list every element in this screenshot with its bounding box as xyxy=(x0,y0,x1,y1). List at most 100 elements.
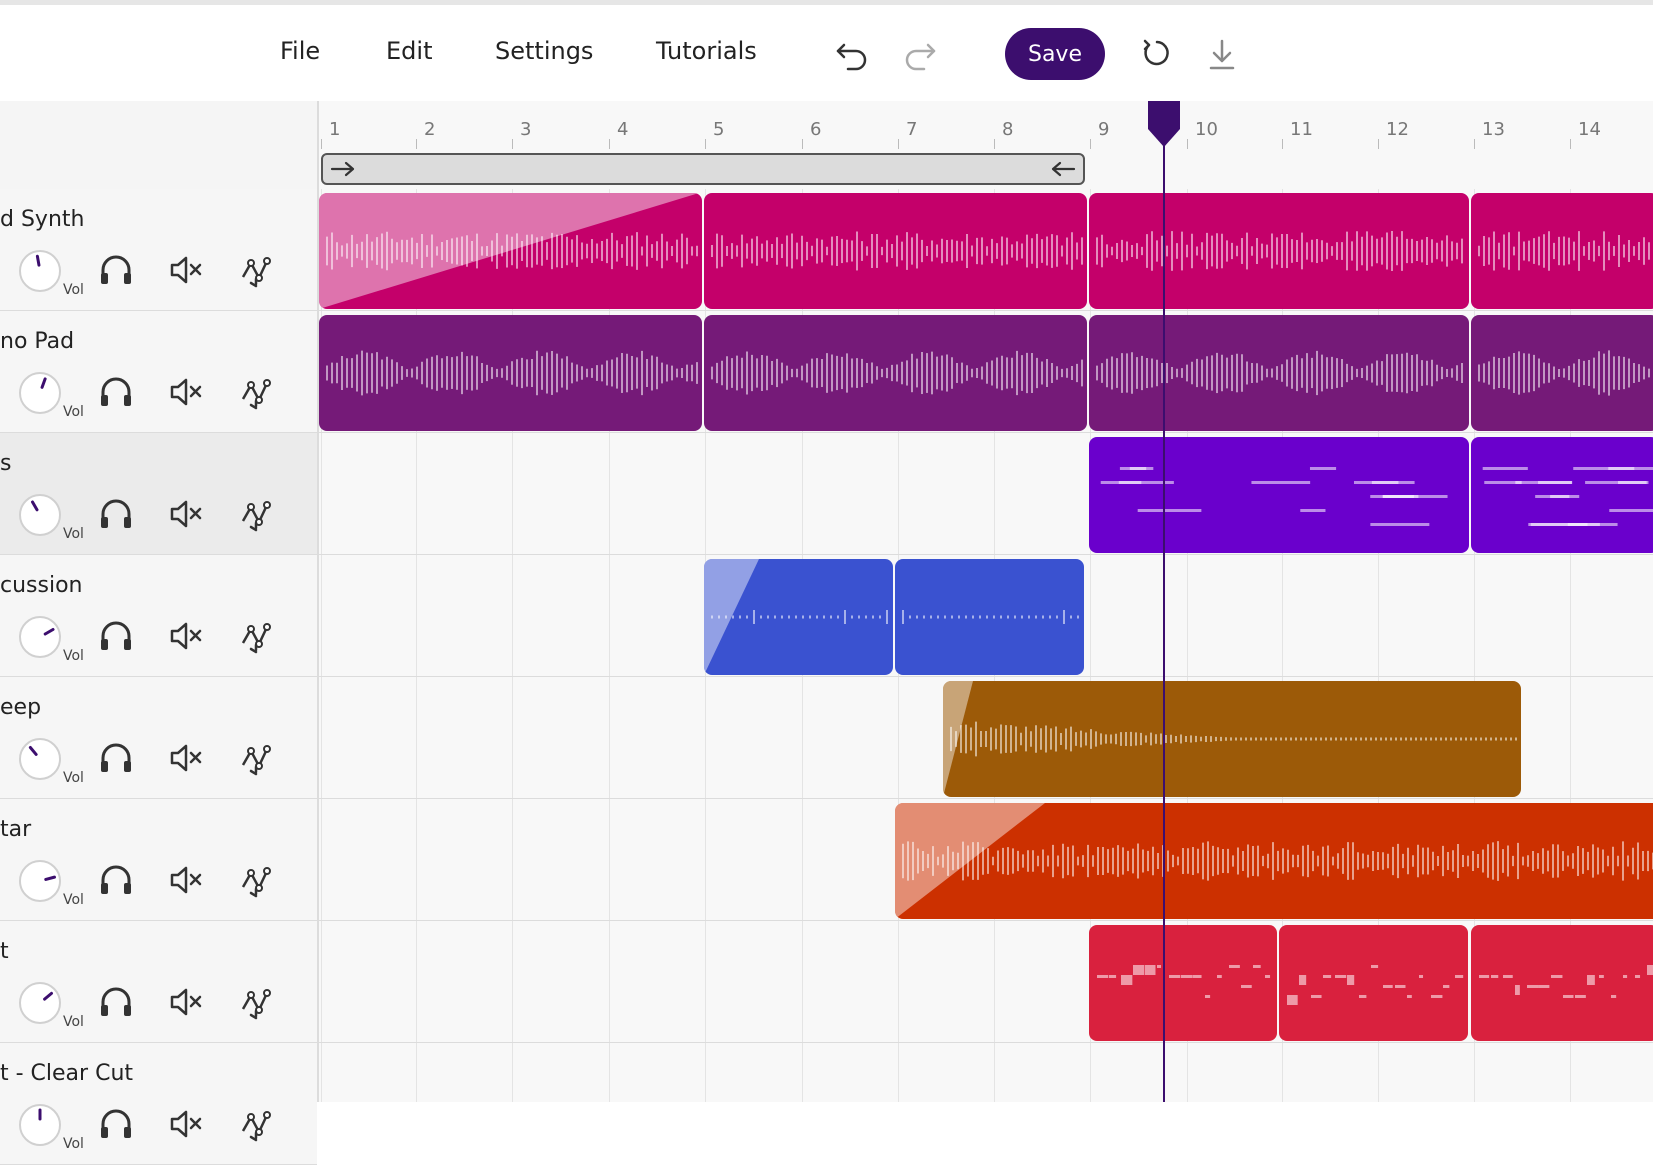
volume-knob[interactable] xyxy=(18,1103,62,1147)
automation-icon[interactable] xyxy=(237,373,275,411)
loop-end-arrow-icon xyxy=(1051,161,1076,177)
menu-file[interactable]: File xyxy=(280,37,320,65)
mute-icon[interactable] xyxy=(167,983,205,1021)
volume-knob[interactable] xyxy=(18,981,62,1025)
track-row[interactable]: no Pad Vol xyxy=(0,311,317,433)
audio-clip[interactable] xyxy=(1089,437,1469,553)
undo-icon[interactable] xyxy=(830,33,874,77)
headphones-icon[interactable] xyxy=(97,983,135,1021)
headphones-icon[interactable] xyxy=(97,861,135,899)
audio-clip[interactable] xyxy=(1471,315,1653,431)
bar-tick xyxy=(512,139,513,149)
audio-clip[interactable] xyxy=(1471,437,1653,553)
audio-clip[interactable] xyxy=(1471,925,1653,1041)
mute-icon[interactable] xyxy=(167,1105,205,1143)
automation-icon[interactable] xyxy=(237,617,275,655)
track-name[interactable]: tar xyxy=(0,817,31,842)
track-name[interactable]: t - Clear Cut xyxy=(0,1061,133,1086)
bar-number: 4 xyxy=(617,119,629,140)
headphones-icon[interactable] xyxy=(97,495,135,533)
mute-icon[interactable] xyxy=(167,617,205,655)
track-name[interactable]: cussion xyxy=(0,573,82,598)
bar-number: 12 xyxy=(1386,119,1409,140)
volume-knob[interactable] xyxy=(18,249,62,293)
track-row[interactable]: t - Clear Cut Vol xyxy=(0,1043,317,1165)
automation-icon[interactable] xyxy=(237,983,275,1021)
track-row[interactable]: d Synth Vol xyxy=(0,189,317,311)
playhead-marker[interactable] xyxy=(1146,101,1182,149)
track-lane[interactable] xyxy=(319,1043,1653,1102)
waveform xyxy=(1479,965,1653,998)
menu-tutorials[interactable]: Tutorials xyxy=(656,37,757,65)
volume-knob[interactable] xyxy=(18,615,62,659)
track-row[interactable]: tar Vol xyxy=(0,799,317,921)
refresh-icon[interactable] xyxy=(1135,32,1179,76)
audio-clip[interactable] xyxy=(1279,925,1468,1041)
mute-icon[interactable] xyxy=(167,861,205,899)
mute-icon[interactable] xyxy=(167,495,205,533)
track-row[interactable]: s Vol xyxy=(0,433,317,555)
waveform xyxy=(902,610,1079,624)
menu-edit[interactable]: Edit xyxy=(386,37,432,65)
track-row[interactable]: eep Vol xyxy=(0,677,317,799)
bar-ruler[interactable]: 1 2 3 4 5 6 7 8 9 10 11 12 13 14 xyxy=(319,101,1653,149)
save-button[interactable]: Save xyxy=(1005,28,1105,80)
headphones-icon[interactable] xyxy=(97,617,135,655)
mute-icon[interactable] xyxy=(167,373,205,411)
headphones-icon[interactable] xyxy=(97,1105,135,1143)
audio-clip[interactable] xyxy=(943,681,1521,797)
audio-clip[interactable] xyxy=(1089,925,1277,1041)
volume-label: Vol xyxy=(63,770,84,786)
download-icon[interactable] xyxy=(1200,33,1244,77)
track-row[interactable]: t Vol xyxy=(0,921,317,1043)
volume-knob[interactable] xyxy=(18,493,62,537)
waveform xyxy=(1096,231,1463,271)
audio-clip[interactable] xyxy=(895,559,1084,675)
bar-number: 7 xyxy=(906,119,918,140)
loop-region[interactable] xyxy=(321,153,1085,185)
track-row[interactable]: cussion Vol xyxy=(0,555,317,677)
automation-icon[interactable] xyxy=(237,495,275,533)
automation-icon[interactable] xyxy=(237,251,275,289)
redo-icon[interactable] xyxy=(898,33,942,77)
track-name[interactable]: no Pad xyxy=(0,329,74,354)
bar-tick xyxy=(705,139,706,149)
volume-label: Vol xyxy=(63,648,84,664)
automation-icon[interactable] xyxy=(237,1105,275,1143)
track-name[interactable]: eep xyxy=(0,695,41,720)
audio-clip[interactable] xyxy=(704,193,1087,309)
track-name[interactable]: t xyxy=(0,939,9,964)
bar-number: 2 xyxy=(424,119,436,140)
waveform xyxy=(895,803,1653,919)
volume-knob[interactable] xyxy=(18,371,62,415)
bar-tick xyxy=(416,139,417,149)
audio-clip[interactable] xyxy=(319,315,702,431)
automation-icon[interactable] xyxy=(237,861,275,899)
headphones-icon[interactable] xyxy=(97,739,135,777)
audio-clip[interactable] xyxy=(1089,315,1469,431)
headphones-icon[interactable] xyxy=(97,373,135,411)
audio-clip[interactable] xyxy=(319,193,702,309)
audio-clip[interactable] xyxy=(1471,193,1653,309)
waveform xyxy=(711,231,1083,271)
track-name[interactable]: s xyxy=(0,451,11,476)
volume-label: Vol xyxy=(63,526,84,542)
bar-tick xyxy=(898,139,899,149)
volume-knob[interactable] xyxy=(18,737,62,781)
bar-tick xyxy=(802,139,803,149)
audio-clip[interactable] xyxy=(895,803,1653,919)
audio-clip[interactable] xyxy=(704,315,1087,431)
waveform xyxy=(1096,350,1463,396)
mute-icon[interactable] xyxy=(167,251,205,289)
audio-clip[interactable] xyxy=(704,559,893,675)
waveform xyxy=(704,559,888,675)
track-name[interactable]: d Synth xyxy=(0,207,84,232)
volume-label: Vol xyxy=(63,282,84,298)
automation-icon[interactable] xyxy=(237,739,275,777)
audio-clip[interactable] xyxy=(1089,193,1469,309)
menu-settings[interactable]: Settings xyxy=(495,37,593,65)
headphones-icon[interactable] xyxy=(97,251,135,289)
mute-icon[interactable] xyxy=(167,739,205,777)
volume-knob[interactable] xyxy=(18,859,62,903)
timeline[interactable]: 1 2 3 4 5 6 7 8 9 10 11 12 13 14 xyxy=(319,101,1653,1102)
